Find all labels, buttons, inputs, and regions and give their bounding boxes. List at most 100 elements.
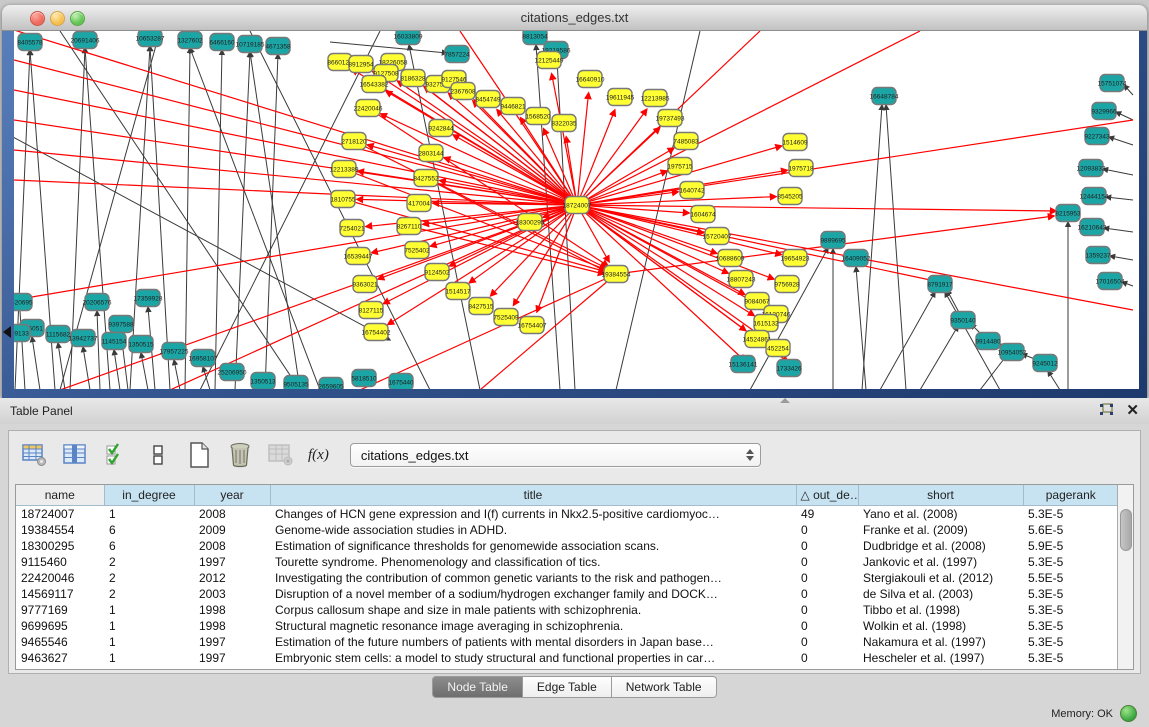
network-window-titlebar[interactable]: citations_edges.txt xyxy=(2,5,1147,31)
column-header-pagerank[interactable]: pagerank xyxy=(1023,485,1118,506)
network-node-label: 2803144 xyxy=(418,150,444,157)
network-node-label: 9329966 xyxy=(1091,108,1117,115)
scrollbar-thumb[interactable] xyxy=(1120,509,1132,551)
column-header-title[interactable]: title xyxy=(270,485,796,506)
delete-table-button[interactable] xyxy=(226,442,254,468)
network-node-label: 417004 xyxy=(408,200,430,207)
close-window-button[interactable] xyxy=(30,11,45,26)
table-cell: 18300295 xyxy=(16,538,104,554)
network-node-label: 9242844 xyxy=(428,125,454,132)
select-rows-button[interactable] xyxy=(103,442,131,468)
table-cell: 6 xyxy=(104,538,194,554)
network-edge xyxy=(1103,169,1133,175)
network-node-label: 17016504 xyxy=(1096,278,1125,285)
table-cell: 2008 xyxy=(194,506,270,523)
column-header-name[interactable]: name xyxy=(16,485,104,506)
tab-edge-table[interactable]: Edge Table xyxy=(523,676,612,698)
table-panel-body: f(x) citations_edges.txt namein_degreeye… xyxy=(8,430,1141,674)
network-node-label: 4671358 xyxy=(265,43,291,50)
close-panel-icon[interactable]: ✕ xyxy=(1126,404,1139,418)
table-scrollbar[interactable] xyxy=(1117,485,1133,669)
network-node-label: 8405578 xyxy=(17,39,43,46)
divider-handle-icon[interactable] xyxy=(780,398,790,403)
table-cell: Investigating the contribution of common… xyxy=(270,570,796,586)
table-cell: 5.5E-5 xyxy=(1023,570,1118,586)
network-node-label: 1514609 xyxy=(782,139,808,146)
network-node-label: 1115682 xyxy=(46,331,71,338)
table-cell: 2 xyxy=(104,554,194,570)
network-node-label: 9084067 xyxy=(744,298,770,305)
network-node-label: 1604674 xyxy=(690,211,716,218)
network-node-label: 18300295 xyxy=(516,219,545,226)
table-cell: 5.3E-5 xyxy=(1023,634,1118,650)
row-height-button[interactable] xyxy=(144,442,172,468)
network-node-label: 16409052 xyxy=(842,255,871,262)
table-cell: 5.6E-5 xyxy=(1023,522,1118,538)
network-edge xyxy=(190,48,320,389)
combo-arrows-icon xyxy=(746,449,754,461)
memory-status-label: Memory: OK xyxy=(1051,708,1113,720)
tab-node-table[interactable]: Node Table xyxy=(432,676,523,698)
minimize-window-button[interactable] xyxy=(50,11,65,26)
table-cell: 5.3E-5 xyxy=(1023,618,1118,634)
function-builder-button[interactable]: f(x) xyxy=(308,442,329,468)
new-table-button[interactable] xyxy=(185,442,213,468)
memory-status-indicator[interactable] xyxy=(1120,705,1137,722)
network-node-label: 2367608 xyxy=(450,88,476,95)
table-cell: 19384554 xyxy=(16,522,104,538)
network-node-label: 12093832 xyxy=(1077,165,1106,172)
float-panel-icon[interactable] xyxy=(1099,403,1114,420)
network-edge xyxy=(330,42,447,53)
column-header-short[interactable]: short xyxy=(858,485,1023,506)
network-node-label: 7254021 xyxy=(339,225,365,232)
column-header-out_degree[interactable]: △ out_de… xyxy=(796,485,858,506)
column-header-year[interactable]: year xyxy=(194,485,270,506)
network-edge xyxy=(480,274,616,389)
scroll-notch-icon xyxy=(3,326,11,338)
column-header-in_degree[interactable]: in_degree xyxy=(104,485,194,506)
network-node-label: 8454749 xyxy=(475,96,501,103)
zoom-window-button[interactable] xyxy=(70,11,85,26)
network-node-label: 8813054 xyxy=(522,33,548,40)
network-node-label: 8912954 xyxy=(348,61,374,68)
network-node-label: 16754402 xyxy=(362,329,391,336)
network-node-label: 9446821 xyxy=(500,103,526,110)
network-node-label: 16033809 xyxy=(394,33,423,40)
table-cell: Nakamura et al. (1997) xyxy=(858,634,1023,650)
table-row[interactable]: 1830029562008Estimation of significance … xyxy=(16,538,1118,554)
table-cell: 2008 xyxy=(194,538,270,554)
table-row[interactable]: 969969511998Structural magnetic resonanc… xyxy=(16,618,1118,634)
network-edge xyxy=(14,150,577,205)
network-edge xyxy=(880,292,935,389)
table-row[interactable]: 977716911998Corpus callosum shape and si… xyxy=(16,602,1118,618)
network-canvas[interactable]: 8405578206914061065328713276026466160107… xyxy=(14,31,1139,389)
table-row[interactable]: 946554611997Estimation of the future num… xyxy=(16,634,1118,650)
table-row[interactable]: 1872400712008Changes of HCN gene express… xyxy=(16,506,1118,523)
tab-network-table[interactable]: Network Table xyxy=(612,676,717,698)
network-node-label: 1327602 xyxy=(177,37,203,44)
network-node-label: 22420046 xyxy=(354,105,383,112)
table-row[interactable]: 2242004622012Investigating the contribut… xyxy=(16,570,1118,586)
network-node-label: 19654923 xyxy=(781,255,810,262)
network-node-label: 17957225 xyxy=(160,348,189,355)
show-columns-button[interactable] xyxy=(62,442,90,468)
table-selector[interactable]: citations_edges.txt xyxy=(350,443,761,467)
network-edge xyxy=(577,109,647,205)
network-node-label: 7857224 xyxy=(444,51,470,58)
table-row[interactable]: 1938455462009Genome-wide association stu… xyxy=(16,522,1118,538)
table-row[interactable]: 911546021997Tourette syndrome. Phenomeno… xyxy=(16,554,1118,570)
network-node-label: 13942737 xyxy=(69,335,98,342)
table-cell: 1 xyxy=(104,618,194,634)
table-row[interactable]: 1456911722003Disruption of a novel membe… xyxy=(16,586,1118,602)
network-node-label: 1514517 xyxy=(445,288,471,295)
network-edge xyxy=(577,93,589,205)
network-node-label: 19737493 xyxy=(656,115,685,122)
network-edge xyxy=(367,145,577,205)
table-cell: 1 xyxy=(104,602,194,618)
table-cell: Stergiakouli et al. (2012) xyxy=(858,570,1023,586)
network-edge xyxy=(265,54,278,389)
table-cell: Hescheler et al. (1997) xyxy=(858,650,1023,666)
table-settings-button[interactable] xyxy=(21,442,49,468)
table-cell: 9699695 xyxy=(16,618,104,634)
table-row[interactable]: 946362711997Embryonic stem cells: a mode… xyxy=(16,650,1118,666)
